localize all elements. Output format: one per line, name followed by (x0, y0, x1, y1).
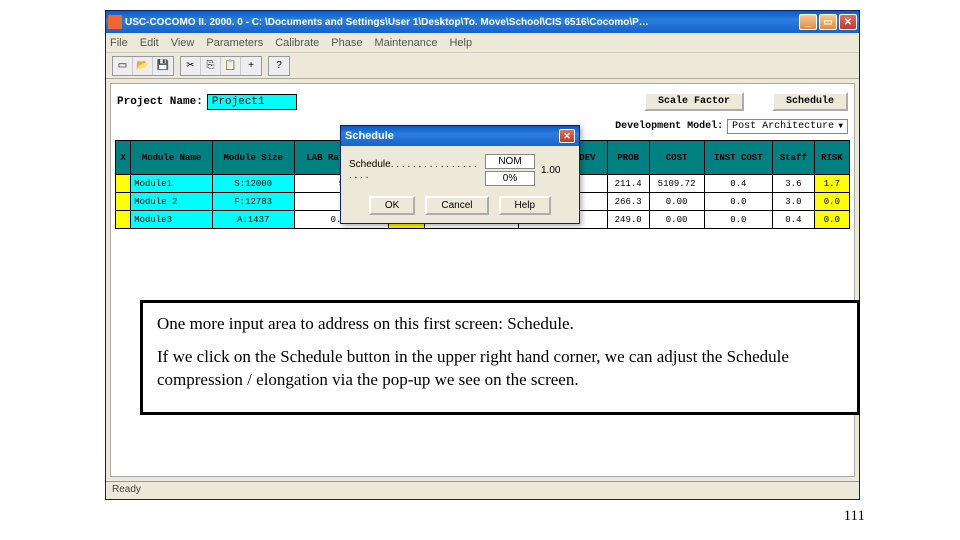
col-inst-cost: INST COST (704, 141, 772, 175)
page-number: 111 (844, 508, 865, 525)
col-x: X (116, 141, 131, 175)
annotation-p2: If we click on the Schedule button in th… (157, 346, 843, 392)
app-window: USC-COCOMO II. 2000. 0 - C: \Documents a… (105, 10, 860, 500)
paste-icon[interactable]: 📋 (221, 57, 241, 75)
schedule-button[interactable]: Schedule (772, 92, 848, 111)
minimize-button[interactable]: _ (799, 14, 817, 30)
statusbar: Ready (106, 481, 859, 499)
dev-model-select[interactable]: Post Architecture ▼ (727, 119, 848, 134)
schedule-value: 1.00 (541, 165, 571, 176)
menu-phase[interactable]: Phase (331, 37, 362, 49)
dialog-titlebar: Schedule ✕ (341, 126, 579, 146)
menu-parameters[interactable]: Parameters (206, 37, 263, 49)
save-icon[interactable]: 💾 (153, 57, 173, 75)
app-icon (108, 15, 122, 29)
dialog-ok-button[interactable]: OK (369, 196, 415, 215)
add-icon[interactable]: + (241, 57, 261, 75)
dialog-title: Schedule (345, 130, 394, 142)
module-name-cell[interactable]: Module3 (131, 211, 213, 229)
x-cell[interactable] (116, 211, 131, 229)
schedule-field-label: Schedule. . . . . . . . . . . . . . . . … (349, 159, 479, 181)
chevron-down-icon: ▼ (838, 122, 843, 131)
toolbar: ▭ 📂 💾 ✂ ⎘ 📋 + ? (106, 53, 859, 79)
dev-model-value: Post Architecture (732, 121, 834, 132)
dialog-help-button[interactable]: Help (499, 196, 552, 215)
annotation-box: One more input area to address on this f… (140, 300, 860, 415)
menubar: File Edit View Parameters Calibrate Phas… (106, 33, 859, 53)
open-icon[interactable]: 📂 (133, 57, 153, 75)
help-icon[interactable]: ? (269, 57, 289, 75)
menu-edit[interactable]: Edit (140, 37, 159, 49)
module-name-cell[interactable]: Module1 (131, 175, 213, 193)
close-button[interactable]: ✕ (839, 14, 857, 30)
size-cell[interactable]: A:1437 (212, 211, 294, 229)
menu-maintenance[interactable]: Maintenance (374, 37, 437, 49)
module-name-cell[interactable]: Module 2 (131, 193, 213, 211)
dialog-cancel-button[interactable]: Cancel (425, 196, 488, 215)
col-staff: Staff (772, 141, 814, 175)
schedule-dialog: Schedule ✕ Schedule. . . . . . . . . . .… (340, 125, 580, 224)
menu-help[interactable]: Help (449, 37, 472, 49)
size-cell[interactable]: F:12783 (212, 193, 294, 211)
size-cell[interactable]: S:12000 (212, 175, 294, 193)
annotation-p1: One more input area to address on this f… (157, 313, 843, 336)
col-prob: PROB (607, 141, 649, 175)
project-name-label: Project Name: (117, 96, 203, 108)
schedule-rating-select[interactable]: NOM (485, 154, 535, 169)
menu-view[interactable]: View (171, 37, 195, 49)
new-icon[interactable]: ▭ (113, 57, 133, 75)
dev-model-label: Development Model: (615, 121, 723, 132)
copy-icon[interactable]: ⎘ (201, 57, 221, 75)
menu-file[interactable]: File (110, 37, 128, 49)
dialog-close-button[interactable]: ✕ (559, 129, 575, 143)
col-module-size: Module Size (212, 141, 294, 175)
col-cost: COST (649, 141, 704, 175)
window-title: USC-COCOMO II. 2000. 0 - C: \Documents a… (125, 17, 799, 28)
x-cell[interactable] (116, 175, 131, 193)
maximize-button[interactable]: ▭ (819, 14, 837, 30)
x-cell[interactable] (116, 193, 131, 211)
col-risk: RISK (814, 141, 849, 175)
titlebar: USC-COCOMO II. 2000. 0 - C: \Documents a… (106, 11, 859, 33)
menu-calibrate[interactable]: Calibrate (275, 37, 319, 49)
schedule-percent-select[interactable]: 0% (485, 171, 535, 186)
project-name-input[interactable]: Project1 (207, 94, 297, 110)
scale-factor-button[interactable]: Scale Factor (644, 92, 744, 111)
col-module-name: Module Name (131, 141, 213, 175)
cut-icon[interactable]: ✂ (181, 57, 201, 75)
